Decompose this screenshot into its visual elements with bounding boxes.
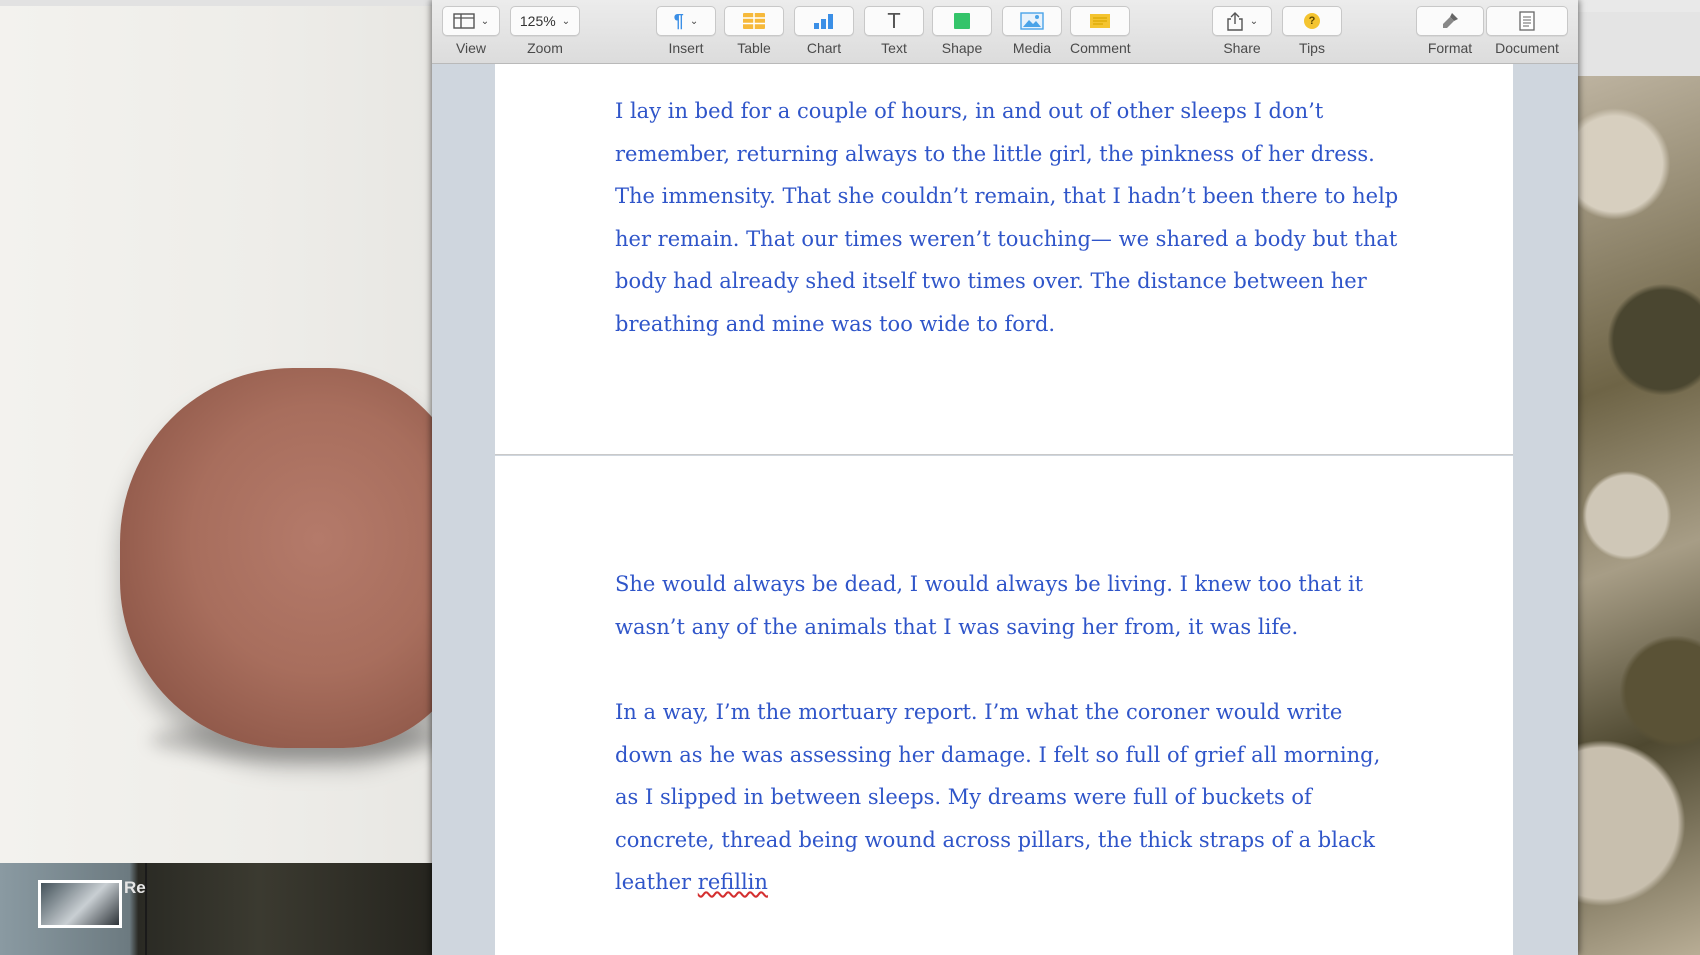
view-tool[interactable]: ⌄ View (442, 6, 500, 56)
insert-tool[interactable]: ¶ ⌄ Insert (656, 6, 716, 56)
document-canvas[interactable]: I lay in bed for a couple of hours, in a… (432, 64, 1578, 955)
table-button[interactable] (724, 6, 784, 36)
pages-toolbar: ⌄ View 125% ⌄ Zoom ¶ ⌄ Insert Table Char… (432, 0, 1578, 64)
view-button[interactable]: ⌄ (442, 6, 500, 36)
format-button[interactable] (1416, 6, 1484, 36)
chevron-down-icon: ⌄ (480, 15, 490, 27)
text-tool[interactable]: T Text (864, 6, 924, 56)
body-paragraph[interactable]: She would always be dead, I would always… (615, 563, 1405, 648)
tips-button[interactable]: ? (1282, 6, 1342, 36)
background-window-edge (0, 0, 432, 6)
pages-window: ⌄ View 125% ⌄ Zoom ¶ ⌄ Insert Table Char… (432, 0, 1578, 955)
text-label: Text (881, 40, 907, 56)
media-icon (1020, 12, 1044, 30)
pilcrow-icon: ¶ (673, 10, 684, 31)
body-paragraph[interactable]: In a way, I’m the mortuary report. I’m w… (615, 691, 1405, 904)
zoom-label: Zoom (527, 40, 563, 56)
paragraph-text: In a way, I’m the mortuary report. I’m w… (615, 700, 1381, 894)
chevron-down-icon: ⌄ (1249, 15, 1259, 27)
media-label: Media (1012, 40, 1052, 56)
filmstrip-label: Re (124, 878, 146, 897)
table-label: Table (737, 40, 771, 56)
share-icon (1227, 12, 1243, 31)
sidebar-view-icon (453, 13, 475, 29)
background-window-right-toolbar (1578, 12, 1700, 76)
chart-icon (814, 14, 833, 29)
background-rock-image (1578, 76, 1700, 955)
table-tool[interactable]: Table (724, 6, 784, 56)
zoom-tool[interactable]: 125% ⌄ Zoom (510, 6, 580, 56)
share-tool[interactable]: ⌄ Share (1212, 6, 1272, 56)
filmstrip-thumbnail[interactable] (38, 880, 122, 928)
format-label: Format (1427, 40, 1473, 56)
format-brush-icon (1443, 13, 1458, 28)
document-page-1[interactable]: I lay in bed for a couple of hours, in a… (495, 64, 1513, 455)
document-icon (1519, 11, 1535, 31)
document-button[interactable] (1486, 6, 1568, 36)
document-page-2[interactable]: She would always be dead, I would always… (495, 456, 1513, 955)
shape-icon (954, 13, 970, 29)
text-button[interactable]: T (864, 6, 924, 36)
view-label: View (455, 40, 487, 56)
shape-tool[interactable]: Shape (932, 6, 992, 56)
clay-sculpture-image (120, 368, 480, 748)
share-label: Share (1223, 40, 1261, 56)
zoom-select[interactable]: 125% ⌄ (510, 6, 580, 36)
misspelled-word[interactable]: refillin (698, 870, 768, 894)
chart-label: Chart (806, 40, 842, 56)
format-tool[interactable]: Format (1416, 6, 1484, 56)
shape-label: Shape (941, 40, 983, 56)
chevron-down-icon: ⌄ (689, 15, 699, 27)
tips-tool[interactable]: ? Tips (1282, 6, 1342, 56)
share-button[interactable]: ⌄ (1212, 6, 1272, 36)
document-label: Document (1495, 40, 1559, 56)
background-window-right-edge (1578, 0, 1700, 12)
body-paragraph[interactable]: I lay in bed for a couple of hours, in a… (615, 90, 1405, 345)
comment-icon (1090, 14, 1111, 28)
tips-label: Tips (1299, 40, 1325, 56)
comment-tool[interactable]: Comment (1070, 6, 1131, 56)
comment-label: Comment (1070, 40, 1131, 56)
chart-button[interactable] (794, 6, 854, 36)
table-icon (743, 13, 765, 29)
text-icon: T (887, 9, 901, 33)
insert-label: Insert (668, 40, 704, 56)
zoom-value: 125% (519, 13, 556, 29)
comment-button[interactable] (1070, 6, 1131, 36)
document-tool[interactable]: Document (1486, 6, 1568, 56)
media-tool[interactable]: Media (1002, 6, 1062, 56)
insert-button[interactable]: ¶ ⌄ (656, 6, 716, 36)
background-window-photo (0, 0, 480, 863)
chart-tool[interactable]: Chart (794, 6, 854, 56)
filmstrip-divider (145, 863, 147, 955)
chevron-down-icon: ⌄ (561, 15, 571, 27)
media-button[interactable] (1002, 6, 1062, 36)
shape-button[interactable] (932, 6, 992, 36)
tips-icon: ? (1304, 13, 1320, 29)
